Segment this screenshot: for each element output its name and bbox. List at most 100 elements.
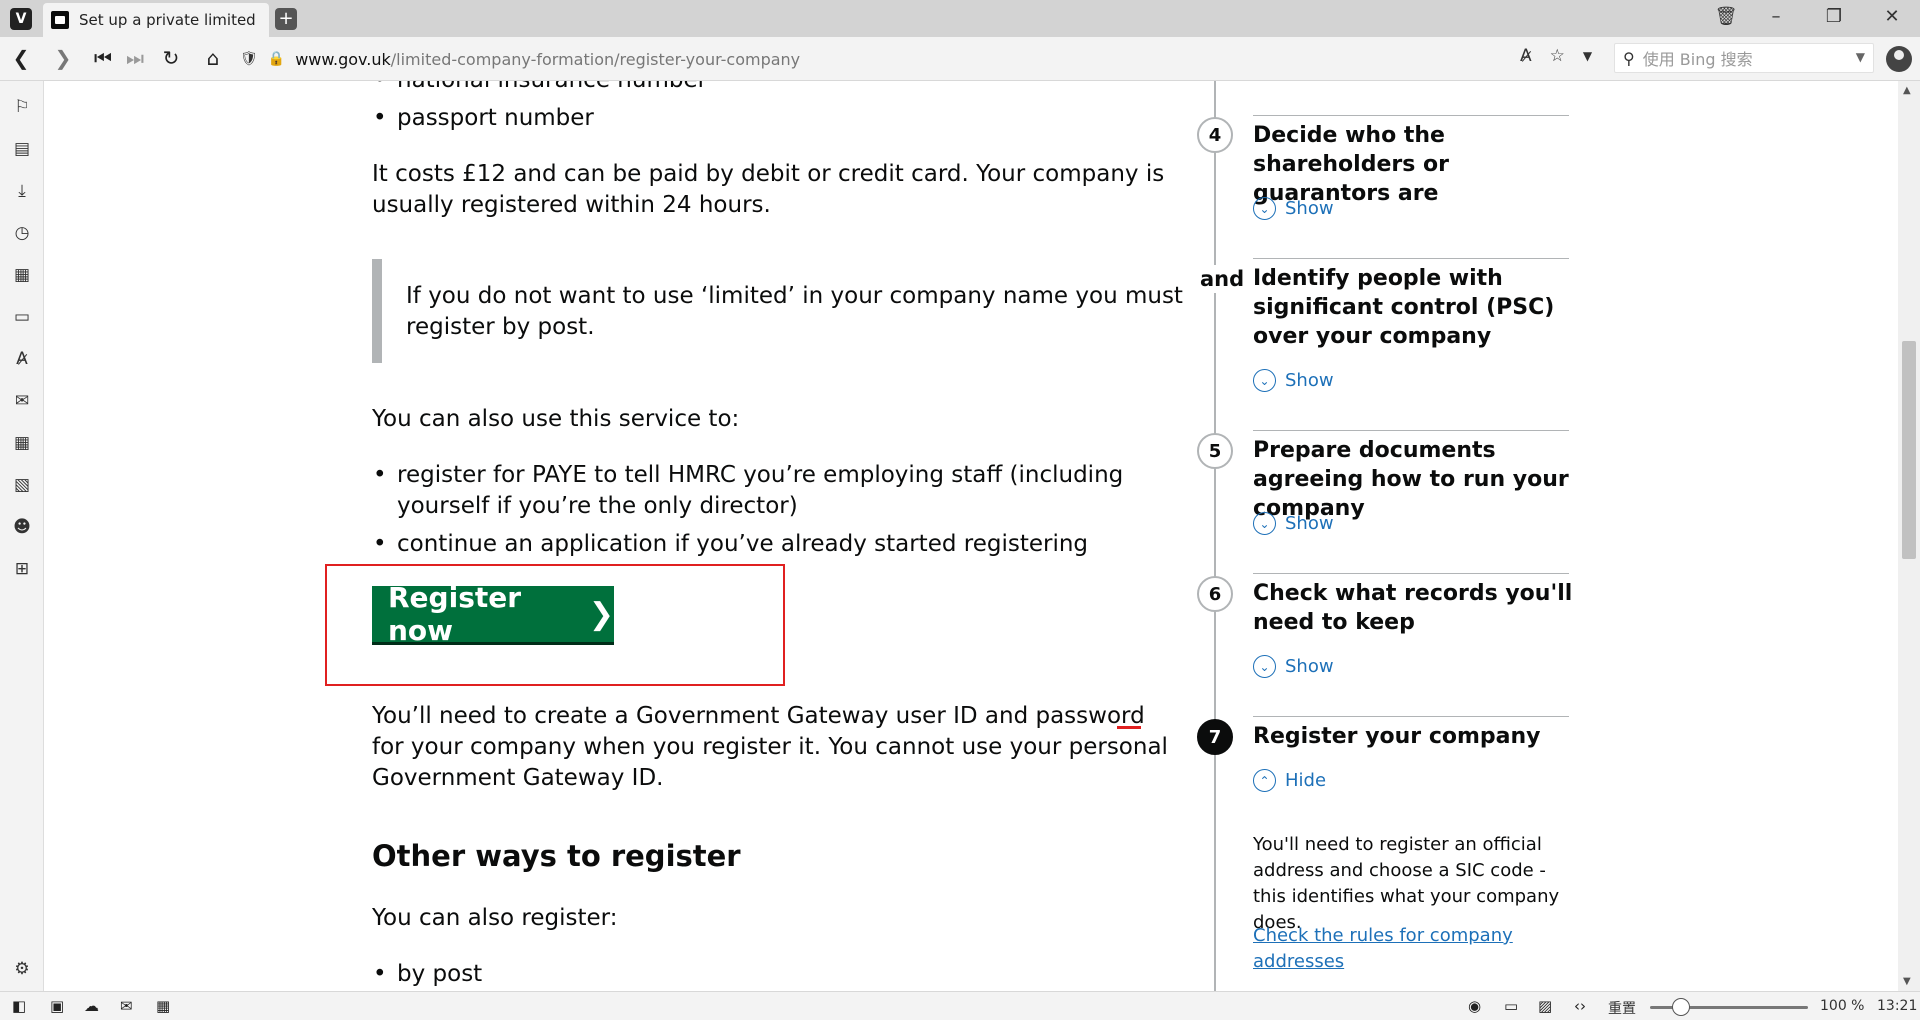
chevron-down-icon: ⌄	[1253, 512, 1276, 535]
downloads-icon[interactable]: ⤓	[10, 181, 34, 205]
forward-button[interactable]: ❯	[50, 46, 76, 70]
bookmark-icon[interactable]: ☆	[1550, 46, 1565, 66]
reading-list-icon[interactable]: ▤	[10, 139, 34, 163]
capture-icon[interactable]: ◉	[1468, 997, 1481, 1015]
minimize-button[interactable]: –	[1764, 6, 1788, 27]
list-item: by post	[373, 959, 482, 990]
step-divider	[1253, 573, 1569, 574]
step-divider	[1253, 258, 1569, 259]
step-title-6[interactable]: Check what records you'll need to keep	[1253, 579, 1573, 637]
sync-cloud-icon[interactable]: ☁	[84, 997, 99, 1015]
lock-icon[interactable]: 🔒	[268, 51, 285, 67]
step-toggle-6[interactable]: ⌄ Show	[1253, 655, 1334, 678]
step-toggle-and[interactable]: ⌄ Show	[1253, 369, 1334, 392]
window-panel-icon[interactable]: ▭	[10, 307, 34, 331]
calendar-icon[interactable]: ▦	[10, 433, 34, 457]
feeds-icon[interactable]: ▧	[10, 475, 34, 499]
side-panel: ⚐ ▤ ⤓ ◷ ▦ ▭ A̷ ✉ ▦ ▧ ☻ ⊞ ⚙	[0, 81, 44, 991]
page-content: national insurance number passport numbe…	[45, 81, 1898, 991]
zoom-slider-handle[interactable]	[1672, 998, 1690, 1016]
rewind-button[interactable]: ⏮	[90, 46, 116, 70]
translate-icon[interactable]: A̷	[1520, 46, 1532, 66]
list-item: continue an application if you’ve alread…	[373, 529, 1187, 560]
govuk-favicon-icon	[51, 11, 69, 29]
scroll-thumb[interactable]	[1902, 341, 1916, 559]
profile-avatar[interactable]	[1886, 46, 1912, 72]
step-divider	[1253, 716, 1569, 717]
page-actions-icon[interactable]: ‹›	[1574, 997, 1586, 1015]
toggle-label: Show	[1285, 198, 1334, 219]
panel-toggle-icon[interactable]: ◧	[12, 997, 26, 1015]
add-panel-icon[interactable]: ⊞	[10, 559, 34, 583]
list-item: register for PAYE to tell HMRC you’re em…	[373, 460, 1187, 522]
bookmarks-panel-icon[interactable]: ⚐	[10, 97, 34, 121]
calendar-status-icon[interactable]: ▦	[156, 997, 170, 1015]
chevron-up-icon: ⌃	[1253, 769, 1276, 792]
fast-forward-button[interactable]: ⏭	[122, 46, 148, 70]
images-icon[interactable]: ▨	[1538, 997, 1552, 1015]
zoom-level: 100 %	[1820, 998, 1865, 1014]
new-tab-button[interactable]: +	[275, 8, 297, 30]
step-toggle-4[interactable]: ⌄ Show	[1253, 197, 1334, 220]
scroll-down-icon[interactable]: ▼	[1903, 976, 1911, 987]
scroll-up-icon[interactable]: ▲	[1903, 85, 1911, 96]
company-address-rules-link[interactable]: Check the rules for company addresses	[1253, 923, 1573, 975]
list-item: passport number	[373, 103, 594, 134]
notes-icon[interactable]: ▦	[10, 265, 34, 289]
inset-text: If you do not want to use ‘limited’ in y…	[372, 259, 1232, 363]
step-number-6: 6	[1197, 576, 1233, 612]
contacts-icon[interactable]: ☻	[10, 517, 34, 541]
tab-title: Set up a private limited company	[79, 11, 259, 29]
chevron-down-icon: ⌄	[1253, 655, 1276, 678]
home-button[interactable]: ⌂	[200, 46, 226, 70]
tab-bar: V Set up a private limited company + 🗑 –…	[0, 0, 1920, 37]
step-title-5[interactable]: Prepare documents agreeing how to run yo…	[1253, 436, 1573, 523]
step-number-5: 5	[1197, 433, 1233, 469]
page-scrollbar[interactable]: ▲ ▼	[1898, 81, 1920, 991]
cost-paragraph: It costs £12 and can be paid by debit or…	[372, 161, 1165, 218]
tile-icon[interactable]: ▭	[1504, 997, 1518, 1015]
history-icon[interactable]: ◷	[10, 223, 34, 247]
step-divider	[1253, 115, 1569, 116]
address-toolbar: ❮ ❯ ⏮ ⏭ ↻ ⌂ 🛡 🔒 www.gov.uk/limited-compa…	[0, 37, 1920, 81]
other-ways-heading: Other ways to register	[372, 839, 741, 873]
step7-description: You'll need to register an official addr…	[1253, 834, 1560, 933]
search-placeholder: 使用 Bing 搜索	[1642, 50, 1753, 69]
list-item: national insurance number	[373, 81, 707, 96]
url-path: /limited-company-formation/register-your…	[390, 49, 801, 69]
reload-button[interactable]: ↻	[158, 46, 184, 70]
search-engine-dropdown-icon[interactable]: ▼	[1856, 50, 1865, 64]
step-title-and[interactable]: Identify people with significant control…	[1253, 264, 1573, 351]
zoom-reset-label[interactable]: 重置	[1608, 998, 1636, 1018]
url-domain: www.gov.uk	[295, 49, 391, 69]
tab-tiling-icon[interactable]: ▣	[50, 997, 64, 1015]
restore-button[interactable]: ❐	[1822, 6, 1846, 27]
address-bar[interactable]: 🛡 🔒 www.gov.uk/limited-company-formation…	[240, 44, 1610, 74]
chevron-down-icon: ⌄	[1253, 197, 1276, 220]
status-bar: ◧ ▣ ☁ ✉ ▦ ◉ ▭ ▨ ‹› 重置 100 % 13:21	[0, 991, 1920, 1020]
close-window-button[interactable]: ✕	[1880, 6, 1904, 27]
search-input[interactable]: ⚲ 使用 Bing 搜索 ▼	[1614, 43, 1874, 73]
step-title-7[interactable]: Register your company	[1253, 722, 1573, 751]
toggle-label: Show	[1285, 513, 1334, 534]
chevron-down-icon[interactable]: ▼	[1583, 46, 1592, 66]
clock: 13:21	[1877, 998, 1918, 1014]
step-title-4[interactable]: Decide who the shareholders or guarantor…	[1253, 121, 1573, 208]
inset-paragraph: If you do not want to use ‘limited’ in y…	[406, 283, 1183, 340]
settings-gear-icon[interactable]: ⚙	[10, 959, 34, 983]
tab-active[interactable]: Set up a private limited company	[43, 3, 269, 37]
service-intro: You can also use this service to:	[372, 406, 740, 432]
mail-status-icon[interactable]: ✉	[120, 997, 133, 1015]
also-register-text: You can also register:	[372, 905, 618, 931]
gateway-paragraph: You’ll need to create a Government Gatew…	[372, 703, 1168, 791]
translate-panel-icon[interactable]: A̷	[10, 349, 34, 373]
vivaldi-menu-icon[interactable]: V	[10, 8, 32, 30]
back-button[interactable]: ❮	[8, 46, 34, 70]
shield-icon[interactable]: 🛡	[240, 51, 258, 67]
step-toggle-7[interactable]: ⌃ Hide	[1253, 769, 1326, 792]
trash-icon[interactable]: 🗑	[1714, 6, 1738, 27]
step-number-4: 4	[1197, 117, 1233, 153]
step-toggle-5[interactable]: ⌄ Show	[1253, 512, 1334, 535]
chevron-down-icon: ⌄	[1253, 369, 1276, 392]
mail-icon[interactable]: ✉	[10, 391, 34, 415]
